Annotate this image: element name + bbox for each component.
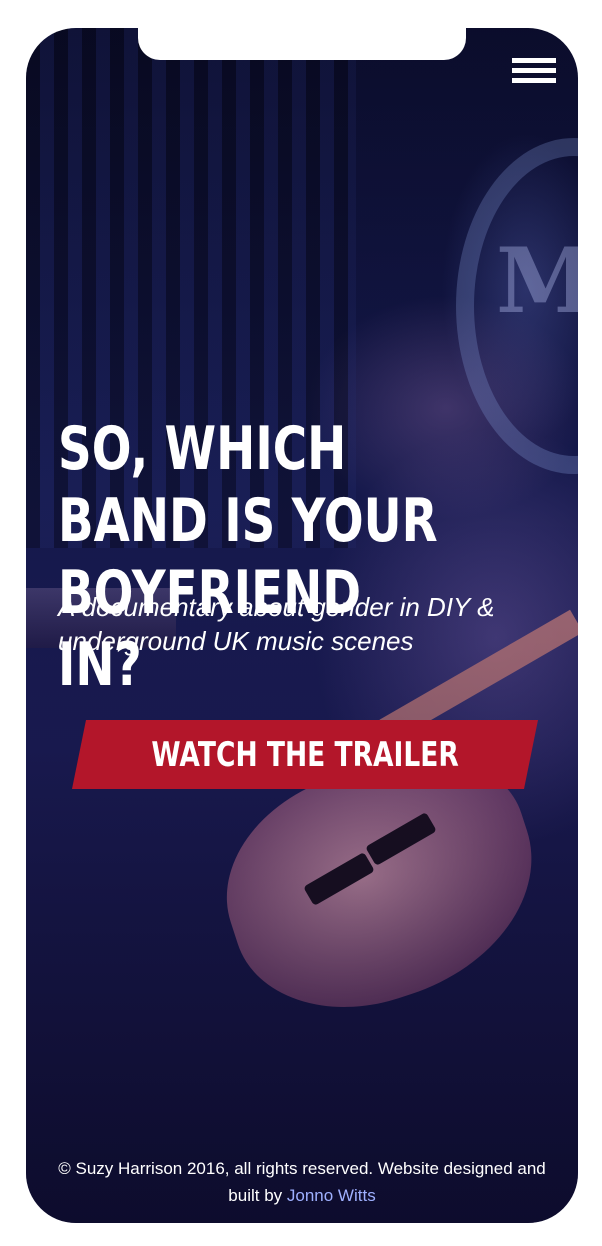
watch-trailer-label: Watch the trailer (151, 734, 459, 775)
device-notch (138, 28, 466, 60)
designer-link[interactable]: Jonno Witts (287, 1186, 376, 1205)
footer-credits: © Suzy Harrison 2016, all rights reserve… (42, 1155, 562, 1209)
menu-bar (512, 58, 556, 63)
menu-bar (512, 78, 556, 83)
watch-trailer-button[interactable]: Watch the trailer (72, 720, 538, 789)
phone-screen: M So, which band is your boyfriend in? A… (26, 28, 578, 1223)
hero-subtitle: A documentary about gender in DIY & unde… (58, 592, 495, 656)
hamburger-menu-icon[interactable] (512, 58, 556, 84)
menu-bar (512, 68, 556, 73)
